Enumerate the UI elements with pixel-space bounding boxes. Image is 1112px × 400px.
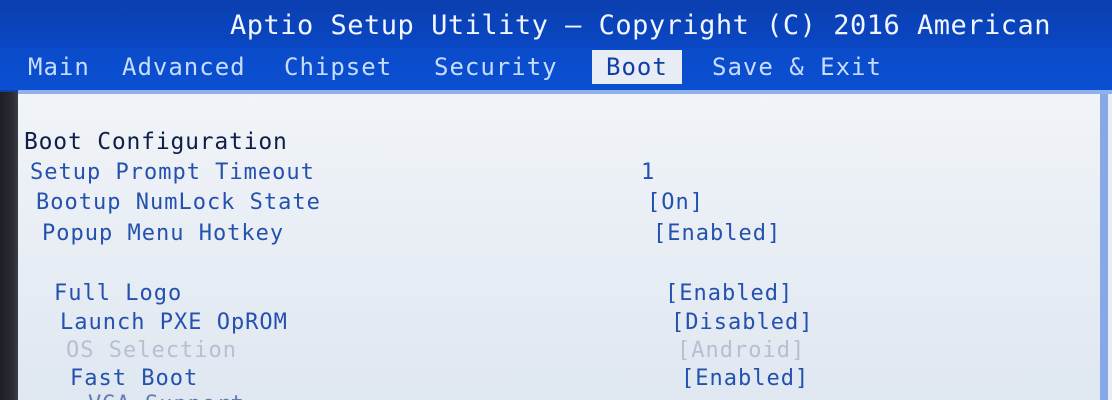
- popup-menu-hotkey-label: Popup Menu Hotkey: [42, 221, 285, 246]
- full-logo-value: [Enabled]: [665, 281, 794, 306]
- full-logo-row[interactable]: Full Logo [Enabled]: [54, 281, 814, 309]
- full-logo-label: Full Logo: [54, 281, 183, 306]
- tab-boot[interactable]: Boot: [592, 50, 682, 84]
- window-title: Aptio Setup Utility – Copyright (C) 2016…: [230, 10, 1052, 41]
- monitor-bezel-left: [0, 92, 18, 400]
- launch-pxe-oprom-value: [Disabled]: [671, 310, 814, 335]
- section-title: Boot Configuration: [24, 129, 288, 155]
- help-panel-edge: [1108, 94, 1112, 400]
- top-tab-bar: Main Advanced Chipset Security Boot Save…: [0, 48, 1112, 90]
- setup-prompt-timeout-label: Setup Prompt Timeout: [30, 160, 315, 185]
- tab-save-exit[interactable]: Save & Exit: [712, 50, 882, 84]
- bootup-numlock-state-value: [On]: [647, 190, 704, 215]
- bootup-numlock-state-row[interactable]: Bootup NumLock State [On]: [36, 190, 796, 218]
- tab-advanced[interactable]: Advanced: [122, 50, 246, 84]
- setup-prompt-timeout-value: 1: [641, 160, 656, 185]
- panel-divider: [1100, 94, 1108, 400]
- bootup-numlock-state-label: Bootup NumLock State: [36, 190, 321, 215]
- os-selection-row: OS Selection [Android]: [66, 338, 826, 366]
- popup-menu-hotkey-row[interactable]: Popup Menu Hotkey [Enabled]: [42, 221, 802, 249]
- fast-boot-row[interactable]: Fast Boot [Enabled]: [70, 366, 830, 394]
- launch-pxe-oprom-label: Launch PXE OpROM: [60, 310, 288, 335]
- vga-support-label: VGA Support: [88, 392, 245, 400]
- vga-support-row[interactable]: VGA Support: [88, 392, 848, 400]
- setup-prompt-timeout-row[interactable]: Setup Prompt Timeout 1: [30, 160, 790, 188]
- fast-boot-label: Fast Boot: [70, 366, 199, 391]
- popup-menu-hotkey-value: [Enabled]: [653, 221, 782, 246]
- boot-settings-panel: Boot Configuration Setup Prompt Timeout …: [18, 90, 1112, 400]
- launch-pxe-oprom-row[interactable]: Launch PXE OpROM [Disabled]: [60, 310, 820, 338]
- tab-main[interactable]: Main: [28, 50, 90, 84]
- os-selection-value: [Android]: [677, 338, 806, 363]
- tab-chipset[interactable]: Chipset: [284, 50, 392, 84]
- bios-screen: Aptio Setup Utility – Copyright (C) 2016…: [0, 0, 1112, 400]
- title-bar: Aptio Setup Utility – Copyright (C) 2016…: [0, 0, 1112, 48]
- tab-security[interactable]: Security: [434, 50, 558, 84]
- os-selection-label: OS Selection: [66, 338, 237, 363]
- fast-boot-value: [Enabled]: [681, 366, 810, 391]
